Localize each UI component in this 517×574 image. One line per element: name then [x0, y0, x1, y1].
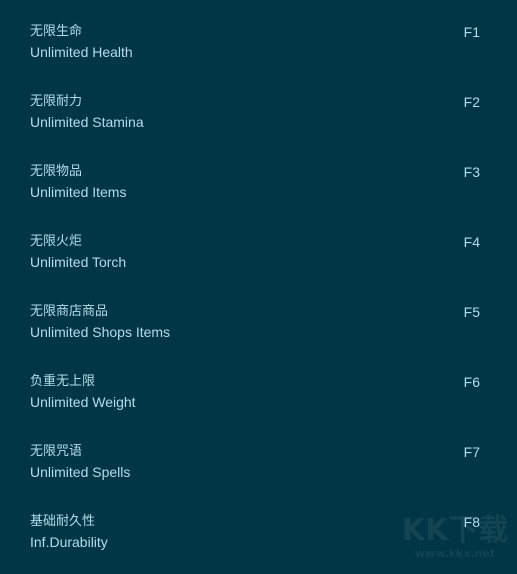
- cheat-name-cn: 无限耐力: [30, 94, 83, 109]
- hotkey: F6: [463, 374, 480, 390]
- cheat-name-en: Inf.Durability: [30, 534, 108, 550]
- cheat-row: 基础耐久性 Inf.Durability F8: [0, 514, 517, 574]
- cheat-row: 无限耐力 Unlimited Stamina F2: [0, 94, 517, 154]
- hotkey: F3: [463, 164, 480, 180]
- cheat-row: 无限火炬 Unlimited Torch F4: [0, 234, 517, 294]
- cheat-row: 无限咒语 Unlimited Spells F7: [0, 444, 517, 504]
- cheat-name-en: Unlimited Weight: [30, 394, 136, 410]
- cheat-name-en: Unlimited Shops Items: [30, 324, 171, 340]
- cheat-row: 无限生命 Unlimited Health F1: [0, 24, 517, 84]
- cheat-name-cn: 无限火炬: [30, 234, 83, 249]
- cheat-name-cn: 负重无上限: [30, 374, 96, 389]
- hotkey: F4: [463, 234, 480, 250]
- hotkey: F2: [463, 94, 480, 110]
- cheat-row: 负重无上限 Unlimited Weight F6: [0, 374, 517, 434]
- hotkey: F8: [463, 514, 480, 530]
- cheat-name-cn: 无限商店商品: [30, 304, 109, 319]
- cheat-name-cn: 无限生命: [30, 24, 83, 39]
- cheat-row: 无限商店商品 Unlimited Shops Items F5: [0, 304, 517, 364]
- cheat-name-en: Unlimited Health: [30, 44, 133, 60]
- cheat-name-en: Unlimited Items: [30, 184, 127, 200]
- hotkey: F1: [463, 24, 480, 40]
- hotkey: F5: [463, 304, 480, 320]
- cheat-name-en: Unlimited Spells: [30, 464, 131, 480]
- cheat-name-cn: 无限物品: [30, 164, 83, 179]
- cheat-row: 无限物品 Unlimited Items F3: [0, 164, 517, 224]
- cheat-name-en: Unlimited Torch: [30, 254, 127, 270]
- hotkey: F7: [463, 444, 480, 460]
- cheat-name-en: Unlimited Stamina: [30, 114, 144, 130]
- cheat-name-cn: 基础耐久性: [30, 514, 96, 529]
- cheat-name-cn: 无限咒语: [30, 444, 83, 459]
